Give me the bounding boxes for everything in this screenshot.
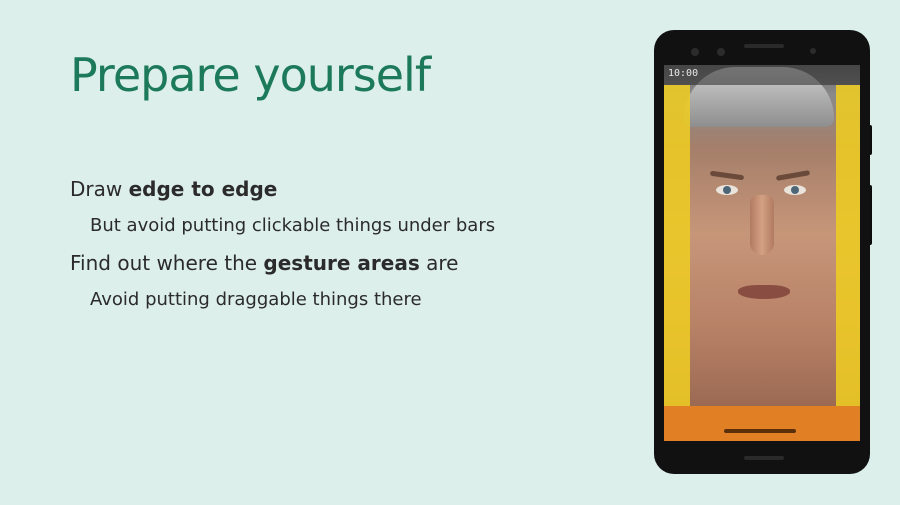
sub-bullet-draggable: Avoid putting draggable things there (90, 289, 422, 310)
status-bar: 10:00 (664, 65, 860, 85)
proximity-sensor-icon (810, 48, 816, 54)
bullet-text: Find out where the (70, 251, 264, 275)
earpiece-speaker (744, 44, 784, 48)
phone-mockup: 10:00 (654, 30, 870, 474)
status-time: 10:00 (668, 68, 699, 79)
photo-eye-left (716, 185, 738, 195)
bottom-gesture-area (664, 406, 860, 441)
bottom-speaker (744, 456, 784, 460)
face-photo (664, 65, 860, 441)
gesture-nav-handle[interactable] (724, 429, 796, 433)
photo-eye-right (784, 185, 806, 195)
bullet-emphasis: edge to edge (128, 177, 278, 201)
photo-nose (750, 195, 774, 255)
bullet-text: Draw (70, 177, 129, 201)
bullet-gesture-areas: Find out where the gesture areas are (70, 250, 495, 276)
bullet-text: are (419, 251, 459, 275)
bullet-list: Draw edge to edge But avoid putting clic… (70, 176, 495, 324)
front-sensor-icon (717, 48, 725, 56)
photo-brow-right (775, 170, 811, 181)
bullet-edge-to-edge: Draw edge to edge (70, 176, 495, 202)
phone-screen: 10:00 (664, 65, 860, 441)
left-gesture-area (664, 85, 690, 406)
right-gesture-area (836, 85, 860, 406)
photo-brow-left (709, 170, 745, 181)
bullet-emphasis: gesture areas (263, 251, 420, 275)
photo-mouth (738, 285, 790, 299)
front-camera-icon (691, 48, 699, 56)
sub-bullet-clickable: But avoid putting clickable things under… (90, 215, 496, 236)
slide-title: Prepare yourself (70, 48, 431, 102)
